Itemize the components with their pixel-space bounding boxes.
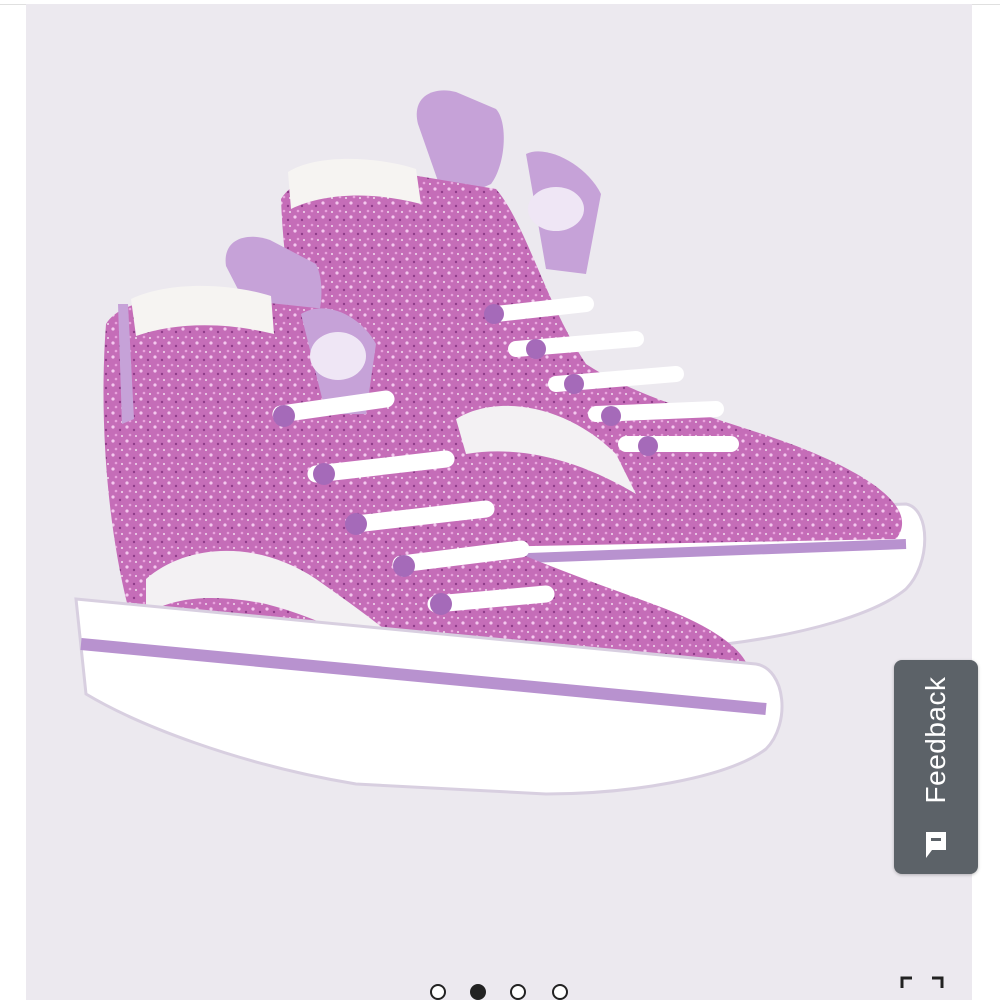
slide-dot-4[interactable] xyxy=(552,984,568,1000)
feedback-label: Feedback xyxy=(920,676,951,804)
feedback-card-icon xyxy=(926,832,946,858)
fullscreen-expand-icon[interactable] xyxy=(900,974,944,1000)
feedback-button[interactable]: Feedback xyxy=(894,660,978,874)
product-image-gallery[interactable] xyxy=(26,4,972,1000)
product-image xyxy=(74,90,927,796)
product-page-screen: Feedback xyxy=(0,0,1000,1000)
slide-dot-1[interactable] xyxy=(430,984,446,1000)
slide-dot-2[interactable] xyxy=(470,984,486,1000)
slide-dot-3[interactable] xyxy=(510,984,526,1000)
